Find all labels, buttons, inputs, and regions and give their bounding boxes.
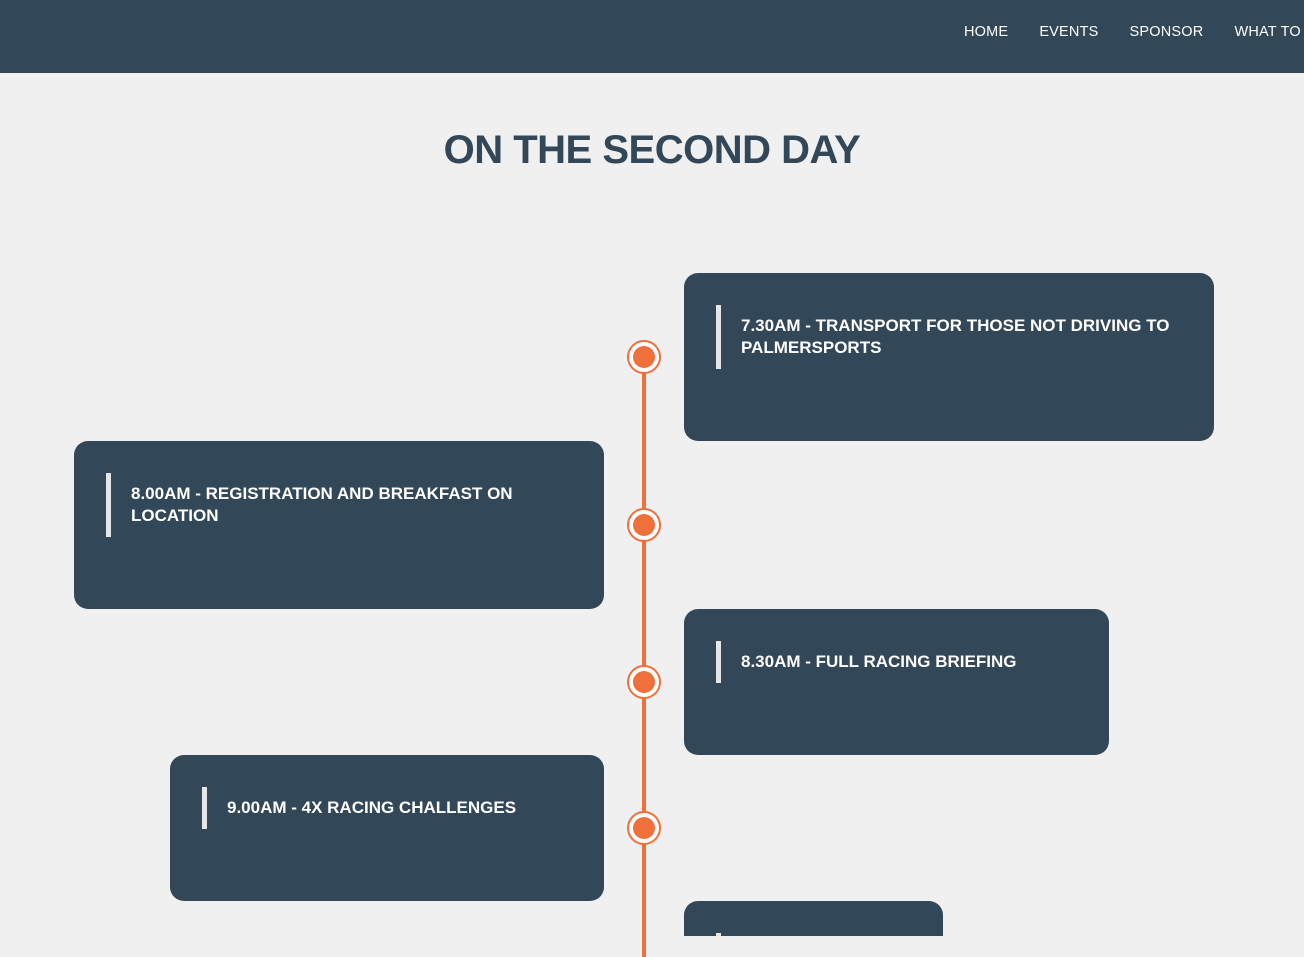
timeline-event-card: 8.30AM - FULL RACING BRIEFING	[684, 609, 1109, 755]
event-text: 9.00AM - 4X RACING CHALLENGES	[227, 798, 517, 817]
timeline-event-card: 8.00AM - REGISTRATION AND BREAKFAST ON L…	[74, 441, 604, 609]
top-navigation-bar: HOME EVENTS SPONSOR WHAT TO	[0, 0, 1304, 73]
nav-events[interactable]: EVENTS	[1039, 24, 1098, 44]
event-text: 7.30AM - TRANSPORT FOR THOSE NOT DRIVING…	[741, 316, 1170, 357]
timeline-dot-icon	[627, 340, 661, 374]
main-nav: HOME EVENTS SPONSOR WHAT TO	[964, 24, 1301, 44]
event-text: 8.00AM - REGISTRATION AND BREAKFAST ON L…	[131, 484, 513, 525]
nav-what-to[interactable]: WHAT TO	[1234, 24, 1300, 44]
card-accent-bar	[106, 473, 111, 537]
card-accent-bar	[716, 641, 721, 683]
event-text: 8.30AM - FULL RACING BRIEFING	[741, 652, 1017, 671]
nav-sponsor[interactable]: SPONSOR	[1130, 24, 1204, 44]
card-accent-bar	[716, 305, 721, 369]
timeline-dot-icon	[627, 811, 661, 845]
page-title: ON THE SECOND DAY	[443, 128, 861, 172]
card-accent-bar	[202, 787, 207, 829]
timeline-event-card	[684, 901, 943, 936]
timeline-event-card: 7.30AM - TRANSPORT FOR THOSE NOT DRIVING…	[684, 273, 1214, 441]
timeline-dot-icon	[627, 665, 661, 699]
timeline-event-card: 9.00AM - 4X RACING CHALLENGES	[170, 755, 604, 901]
timeline-dot-icon	[627, 508, 661, 542]
nav-home[interactable]: HOME	[964, 24, 1008, 44]
timeline-line	[642, 357, 646, 957]
